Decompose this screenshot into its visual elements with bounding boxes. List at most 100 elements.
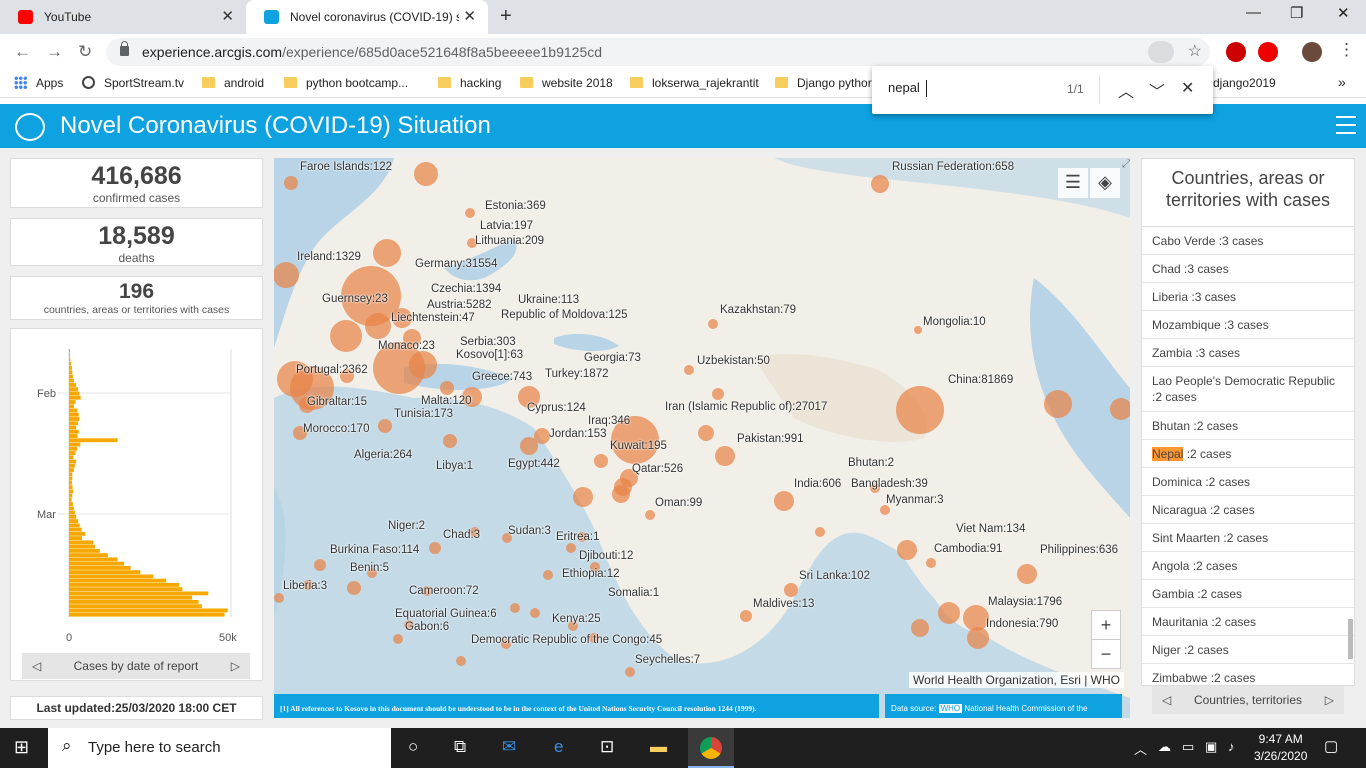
country-list-item[interactable]: Angola :2 cases	[1142, 552, 1354, 580]
close-tab-icon[interactable]: ✕	[221, 0, 234, 34]
case-bar[interactable]	[69, 519, 79, 524]
case-bar[interactable]	[69, 514, 77, 519]
case-bar[interactable]	[69, 506, 74, 511]
case-bar[interactable]	[69, 468, 74, 472]
case-bubble[interactable]	[443, 434, 457, 448]
case-bubble[interactable]	[314, 559, 326, 571]
layers-icon[interactable]: ◈	[1090, 168, 1120, 198]
zoom-out-button[interactable]: −	[1091, 639, 1121, 669]
close-window-icon[interactable]: ✕	[1337, 4, 1350, 22]
case-bar[interactable]	[69, 370, 73, 375]
bookmark-lokserwa[interactable]: lokserwa_rajekrantit	[630, 76, 759, 90]
case-bubble[interactable]	[274, 593, 284, 603]
case-bar[interactable]	[69, 404, 74, 409]
country-list-item[interactable]: Dominica :2 cases	[1142, 468, 1354, 496]
country-list-item[interactable]: Cabo Verde :3 cases	[1142, 227, 1354, 255]
taskbar-search[interactable]: ⌕ Type here to search	[48, 728, 391, 768]
case-bar[interactable]	[69, 485, 73, 489]
case-bar[interactable]	[69, 582, 180, 587]
case-bubble[interactable]	[715, 446, 735, 466]
tray-up-icon[interactable]: ︿	[1134, 739, 1147, 758]
case-bar[interactable]	[69, 425, 77, 430]
country-list-item[interactable]: Liberia :3 cases	[1142, 283, 1354, 311]
case-bar[interactable]	[69, 480, 72, 485]
reload-icon[interactable]: ↻	[78, 42, 92, 62]
case-bar[interactable]	[69, 527, 82, 532]
chart-prev-icon[interactable]: ◁	[32, 653, 41, 679]
url-text[interactable]: experience.arcgis.com/experience/685d0ac…	[142, 44, 602, 60]
case-bubble[interactable]	[456, 656, 466, 666]
onedrive-icon[interactable]: ☁	[1158, 739, 1171, 755]
case-bubble[interactable]	[594, 454, 608, 468]
case-bubble[interactable]	[378, 419, 392, 433]
case-bar[interactable]	[69, 442, 81, 447]
case-bar[interactable]	[69, 608, 228, 613]
new-tab-icon[interactable]: +	[500, 5, 512, 28]
bookmark-sportstream[interactable]: SportStream.tv	[82, 76, 184, 90]
case-bar[interactable]	[69, 378, 74, 383]
case-bubble[interactable]	[330, 320, 362, 352]
case-bubble[interactable]	[938, 602, 960, 624]
zoom-in-button[interactable]: +	[1091, 610, 1121, 640]
case-bubble[interactable]	[365, 313, 391, 339]
notifications-icon[interactable]: ▢	[1324, 737, 1338, 755]
case-bar[interactable]	[69, 417, 80, 421]
case-bubble[interactable]	[784, 583, 798, 597]
find-previous-icon[interactable]: ︿	[1118, 78, 1134, 102]
case-bar[interactable]	[69, 451, 76, 455]
case-bubble[interactable]	[1044, 390, 1072, 418]
case-bubble[interactable]	[926, 558, 936, 568]
country-list-item[interactable]: Mozambique :3 cases	[1142, 311, 1354, 339]
case-bar[interactable]	[69, 510, 75, 515]
zoom-icon[interactable]	[1148, 41, 1174, 63]
chart-next-icon[interactable]: ▷	[231, 653, 240, 679]
case-bubble[interactable]	[465, 208, 475, 218]
case-bubble[interactable]	[1110, 398, 1130, 420]
case-bubble[interactable]	[774, 491, 794, 511]
country-list-item[interactable]: Mauritania :2 cases	[1142, 608, 1354, 636]
case-bar[interactable]	[69, 557, 118, 562]
case-bar[interactable]	[69, 544, 95, 549]
case-bubble[interactable]	[625, 667, 635, 677]
case-bubble[interactable]	[534, 428, 550, 444]
case-bubble[interactable]	[543, 570, 553, 580]
case-bar[interactable]	[69, 361, 71, 366]
case-bar[interactable]	[69, 463, 75, 468]
volume-icon[interactable]: ♪	[1228, 739, 1235, 754]
case-bar[interactable]	[69, 612, 225, 617]
country-list-item[interactable]: Bhutan :2 cases	[1142, 412, 1354, 440]
minimize-icon[interactable]: —	[1246, 4, 1261, 21]
case-bar[interactable]	[69, 561, 125, 566]
case-bubble[interactable]	[914, 326, 922, 334]
case-bar[interactable]	[69, 357, 71, 362]
bookmark-star-icon[interactable]: ☆	[1188, 41, 1202, 61]
country-list-item[interactable]: Chad :3 cases	[1142, 255, 1354, 283]
windows-start-icon[interactable]: ⊞	[14, 737, 29, 758]
tab-covid[interactable]: Novel coronavirus (COVID-19) sit ✕	[246, 0, 488, 34]
case-bar[interactable]	[69, 599, 199, 604]
back-icon[interactable]: ←	[14, 42, 31, 62]
case-bar[interactable]	[69, 587, 183, 592]
case-bubble[interactable]	[645, 510, 655, 520]
case-bubble[interactable]	[566, 543, 576, 553]
country-list-item[interactable]: Lao People's Democratic Republic :2 case…	[1142, 367, 1354, 412]
case-bar[interactable]	[69, 438, 118, 443]
case-bar[interactable]	[69, 565, 131, 570]
bookmark-apps[interactable]: Apps	[14, 76, 63, 90]
case-bar[interactable]	[69, 502, 73, 506]
case-bubble[interactable]	[284, 176, 298, 190]
case-bubble[interactable]	[274, 262, 299, 288]
case-bar[interactable]	[69, 497, 72, 502]
case-bubble[interactable]	[815, 527, 825, 537]
who-source-link[interactable]: WHO	[938, 704, 963, 713]
case-bar[interactable]	[69, 536, 82, 541]
case-bubble[interactable]	[871, 175, 889, 193]
expand-icon[interactable]: ⤢	[1122, 158, 1130, 171]
list-scrollbar[interactable]	[1348, 619, 1353, 659]
case-bar[interactable]	[69, 395, 81, 400]
legend-list-icon[interactable]: ☰	[1058, 168, 1088, 198]
case-bubble[interactable]	[708, 319, 718, 329]
country-list-item[interactable]: Sint Maarten :2 cases	[1142, 524, 1354, 552]
case-bubble[interactable]	[440, 381, 454, 395]
country-list-item[interactable]: Zambia :3 cases	[1142, 339, 1354, 367]
